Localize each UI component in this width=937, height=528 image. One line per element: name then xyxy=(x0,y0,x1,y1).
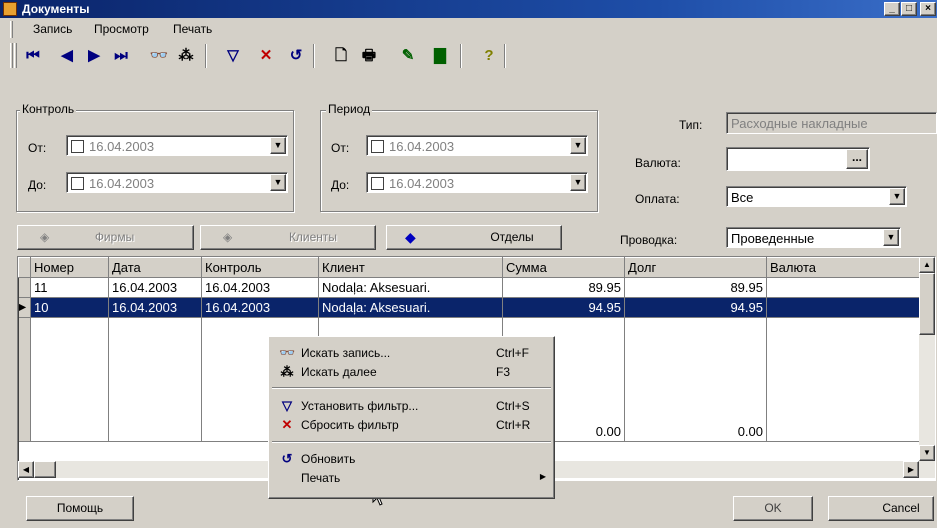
provodka-select[interactable]: Проведенные ▼ xyxy=(726,227,901,248)
kontrol-from-label: От: xyxy=(28,141,47,155)
find-next-icon: ⁂ xyxy=(280,364,294,379)
export-icon[interactable]: ✎ xyxy=(397,45,419,67)
menu-zapis[interactable]: Запись xyxy=(33,22,72,36)
scroll-thumb[interactable] xyxy=(919,273,935,335)
maximize-button[interactable]: □ xyxy=(901,2,917,16)
chevron-down-icon[interactable]: ▼ xyxy=(270,137,286,154)
table-row[interactable]: 11 16.04.2003 16.04.2003 Nodaļa: Aksesua… xyxy=(18,277,922,298)
kontrol-from-date[interactable]: 16.04.2003 ▼ xyxy=(66,135,288,156)
col-dolg[interactable]: Долг xyxy=(624,257,767,278)
scroll-left-icon[interactable]: ◀ xyxy=(18,461,34,478)
first-record-icon[interactable]: ⏮ xyxy=(22,45,44,67)
ctx-clear-filter[interactable]: ✕ Сбросить фильтр Ctrl+R xyxy=(269,415,552,434)
col-kontrol[interactable]: Контроль xyxy=(201,257,319,278)
col-nomer[interactable]: Номер xyxy=(30,257,109,278)
period-from-checkbox[interactable] xyxy=(371,140,384,153)
valuta-browse-button[interactable]: ... xyxy=(846,149,868,169)
period-to-date[interactable]: 16.04.2003 ▼ xyxy=(366,172,588,193)
context-menu: 👓 Искать запись... Ctrl+F ⁂ Искать далее… xyxy=(268,336,555,499)
prev-record-icon[interactable]: ◀ xyxy=(56,45,78,67)
app-icon xyxy=(3,2,17,16)
table-row-selected[interactable]: ▶ 10 16.04.2003 16.04.2003 Nodaļa: Akses… xyxy=(18,297,922,318)
col-data[interactable]: Дата xyxy=(108,257,202,278)
filter-icon[interactable]: ▽ xyxy=(222,45,244,67)
submenu-arrow-icon: ▶ xyxy=(539,472,546,481)
close-button[interactable]: × xyxy=(920,2,936,16)
binoculars-icon: 👓 xyxy=(279,345,296,360)
period-title: Период xyxy=(326,102,373,116)
help-icon[interactable]: ? xyxy=(478,45,500,67)
tip-field[interactable]: Расходные накладные xyxy=(726,112,937,134)
table-header: Номер Дата Контроль Клиент Сумма Долг Ва… xyxy=(18,257,922,278)
firms-icon: ◈ xyxy=(40,230,50,244)
chevron-down-icon[interactable]: ▼ xyxy=(889,188,905,205)
tip-label: Тип: xyxy=(679,118,703,132)
kontrol-to-label: До: xyxy=(28,178,47,192)
toolbar: ⏮ ◀ ▶ ⏭ 👓 ⁂ ▽ ✕ ↺ 🗋 🖶 ✎ ▇ ? xyxy=(0,39,937,71)
ctx-print[interactable]: Печать ▶ xyxy=(269,468,552,487)
current-row-arrow-icon: ▶ xyxy=(18,297,31,318)
next-record-icon[interactable]: ▶ xyxy=(83,45,105,67)
print-preview-icon[interactable]: 🗋 xyxy=(330,45,352,67)
period-group xyxy=(320,110,598,212)
minimize-button[interactable]: _ xyxy=(884,2,900,16)
ctx-set-filter[interactable]: ▽ Установить фильтр... Ctrl+S xyxy=(269,396,552,415)
period-to-label: До: xyxy=(331,178,350,192)
kontrol-from-checkbox[interactable] xyxy=(71,140,84,153)
hscroll-thumb[interactable] xyxy=(34,461,56,478)
menu-prosmotr[interactable]: Просмотр xyxy=(94,22,149,36)
menu-bar: Запись Просмотр Печать xyxy=(0,18,937,39)
kontrol-group xyxy=(16,110,294,212)
col-klient[interactable]: Клиент xyxy=(318,257,503,278)
kontrol-to-date[interactable]: 16.04.2003 ▼ xyxy=(66,172,288,193)
ctx-find-record[interactable]: 👓 Искать запись... Ctrl+F xyxy=(269,343,552,362)
chevron-down-icon[interactable]: ▼ xyxy=(883,229,899,246)
kontrol-to-checkbox[interactable] xyxy=(71,177,84,190)
col-valuta[interactable]: Валюта xyxy=(766,257,922,278)
depts-button[interactable]: ◆ Отделы xyxy=(386,225,562,250)
clear-filter-icon: ✕ xyxy=(281,417,293,432)
row-indicator-header xyxy=(18,257,31,278)
print-icon[interactable]: 🖶 xyxy=(358,45,380,67)
valuta-label: Валюта: xyxy=(635,156,681,170)
ctx-refresh[interactable]: ↺ Обновить xyxy=(269,449,552,468)
filter-icon: ▽ xyxy=(282,398,292,413)
scroll-down-icon[interactable]: ▼ xyxy=(919,445,935,461)
refresh-icon[interactable]: ↺ xyxy=(285,45,307,67)
cancel-button[interactable]: Cancel xyxy=(828,496,934,521)
window-title: Документы xyxy=(22,2,90,16)
help-button[interactable]: Помощь xyxy=(26,496,134,521)
refresh-icon: ↺ xyxy=(281,451,293,466)
valuta-field[interactable]: ... xyxy=(726,147,870,171)
col-summa[interactable]: Сумма xyxy=(502,257,625,278)
chevron-down-icon[interactable]: ▼ xyxy=(270,174,286,191)
provodka-label: Проводка: xyxy=(620,233,678,247)
period-to-checkbox[interactable] xyxy=(371,177,384,190)
ctx-find-next[interactable]: ⁂ Искать далее F3 xyxy=(269,362,552,381)
period-from-date[interactable]: 16.04.2003 ▼ xyxy=(366,135,588,156)
last-record-icon[interactable]: ⏭ xyxy=(110,45,132,67)
menu-pechat[interactable]: Печать xyxy=(173,22,212,36)
kontrol-title: Контроль xyxy=(20,102,77,116)
oplata-label: Оплата: xyxy=(635,192,680,206)
clients-icon: ◈ xyxy=(223,230,233,244)
chevron-down-icon[interactable]: ▼ xyxy=(570,137,586,154)
scroll-right-icon[interactable]: ▶ xyxy=(903,461,919,478)
find-next-icon[interactable]: ⁂ xyxy=(175,45,197,67)
period-from-label: От: xyxy=(331,141,350,155)
chevron-down-icon[interactable]: ▼ xyxy=(570,174,586,191)
firms-button[interactable]: ◈ Фирмы xyxy=(17,225,194,250)
oplata-select[interactable]: Все ▼ xyxy=(726,186,907,207)
clients-button[interactable]: ◈ Клиенты xyxy=(200,225,376,250)
total-dolg: 0.00 xyxy=(624,421,767,442)
clear-filter-icon[interactable]: ✕ xyxy=(255,45,277,67)
depts-icon: ◆ xyxy=(405,229,416,245)
chart-icon[interactable]: ▇ xyxy=(429,45,451,67)
scroll-up-icon[interactable]: ▲ xyxy=(919,257,935,273)
ok-button[interactable]: OK xyxy=(733,496,813,521)
title-bar: Документы _ □ × xyxy=(0,0,937,18)
vertical-scrollbar[interactable]: ▲ ▼ xyxy=(919,257,935,461)
binoculars-icon[interactable]: 👓 xyxy=(148,45,170,67)
